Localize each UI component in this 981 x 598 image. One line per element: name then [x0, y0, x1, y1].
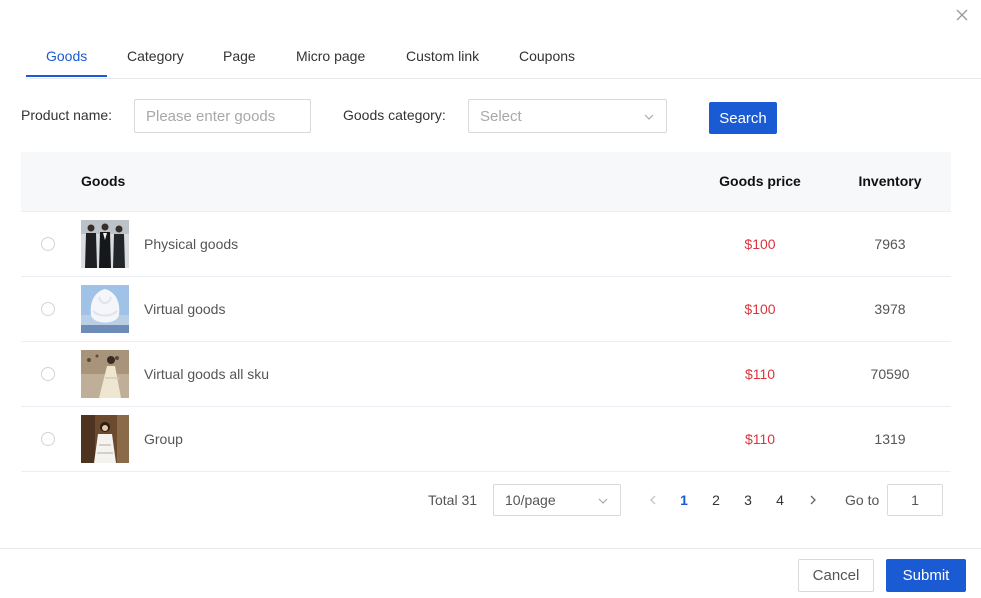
page-size-select[interactable]: 10/page [493, 484, 621, 516]
row-radio[interactable] [41, 237, 55, 251]
goods-category-select[interactable]: Select [468, 99, 667, 133]
gown-photo [81, 350, 129, 398]
search-button[interactable]: Search [709, 102, 777, 134]
total-count: Total 31 [428, 492, 478, 508]
tab-bar: Goods Category Page Micro page Custom li… [26, 38, 981, 79]
suits-photo [81, 220, 129, 268]
tab-custom-link[interactable]: Custom link [406, 48, 479, 64]
active-tab-indicator [26, 75, 107, 77]
table-row[interactable]: Physical goods $100 7963 [21, 212, 951, 277]
goods-inventory: 1319 [874, 431, 906, 447]
chevron-left-icon[interactable] [647, 493, 659, 507]
table-row[interactable]: Group $110 1319 [21, 407, 951, 472]
goods-inventory: 3978 [874, 301, 906, 317]
product-name-label: Product name: [21, 107, 113, 123]
goods-inventory: 70590 [870, 366, 910, 382]
page-2[interactable]: 2 [706, 492, 726, 508]
table-row[interactable]: Virtual goods all sku $110 70590 [21, 342, 951, 407]
page-3[interactable]: 3 [738, 492, 758, 508]
chevron-down-icon [644, 114, 654, 120]
tab-goods[interactable]: Goods [46, 48, 87, 64]
page-size-value: 10/page [505, 492, 556, 508]
row-radio[interactable] [41, 367, 55, 381]
chevron-right-icon[interactable] [807, 493, 819, 507]
goods-name: Group [144, 431, 183, 447]
goods-price: $100 [744, 301, 776, 317]
cancel-button[interactable]: Cancel [798, 559, 874, 592]
goods-inventory: 7963 [874, 236, 906, 252]
goods-name: Physical goods [144, 236, 239, 252]
row-radio[interactable] [41, 302, 55, 316]
row-radio[interactable] [41, 432, 55, 446]
goods-name: Virtual goods all sku [144, 366, 270, 382]
page-4[interactable]: 4 [770, 492, 790, 508]
dialog-footer: Cancel Submit [0, 548, 981, 598]
table-row[interactable]: Virtual goods $100 3978 [21, 277, 951, 342]
goods-table: Goods Goods price Inventory Physical goo… [21, 152, 951, 472]
goods-price: $110 [744, 366, 776, 382]
table-header: Goods Goods price Inventory [21, 152, 951, 212]
tab-page[interactable]: Page [223, 48, 256, 64]
goto-input[interactable] [887, 484, 943, 516]
woman-photo [81, 415, 129, 463]
product-name-input[interactable] [134, 99, 311, 133]
close-icon[interactable] [953, 6, 971, 24]
tab-coupons[interactable]: Coupons [519, 48, 575, 64]
goto-label: Go to [845, 492, 880, 508]
column-inventory: Inventory [858, 173, 922, 189]
tab-micro-page[interactable]: Micro page [296, 48, 365, 64]
column-goods: Goods [81, 173, 126, 189]
goods-price: $100 [744, 236, 776, 252]
white-dress-photo [81, 285, 129, 333]
column-goods-price: Goods price [719, 173, 801, 189]
goods-price: $110 [744, 431, 776, 447]
goods-name: Virtual goods [144, 301, 226, 317]
chevron-down-icon [598, 498, 608, 504]
page-1[interactable]: 1 [674, 492, 694, 508]
goods-category-placeholder: Select [480, 108, 522, 125]
tab-category[interactable]: Category [127, 48, 184, 64]
submit-button[interactable]: Submit [886, 559, 966, 592]
goods-category-label: Goods category: [343, 107, 446, 123]
